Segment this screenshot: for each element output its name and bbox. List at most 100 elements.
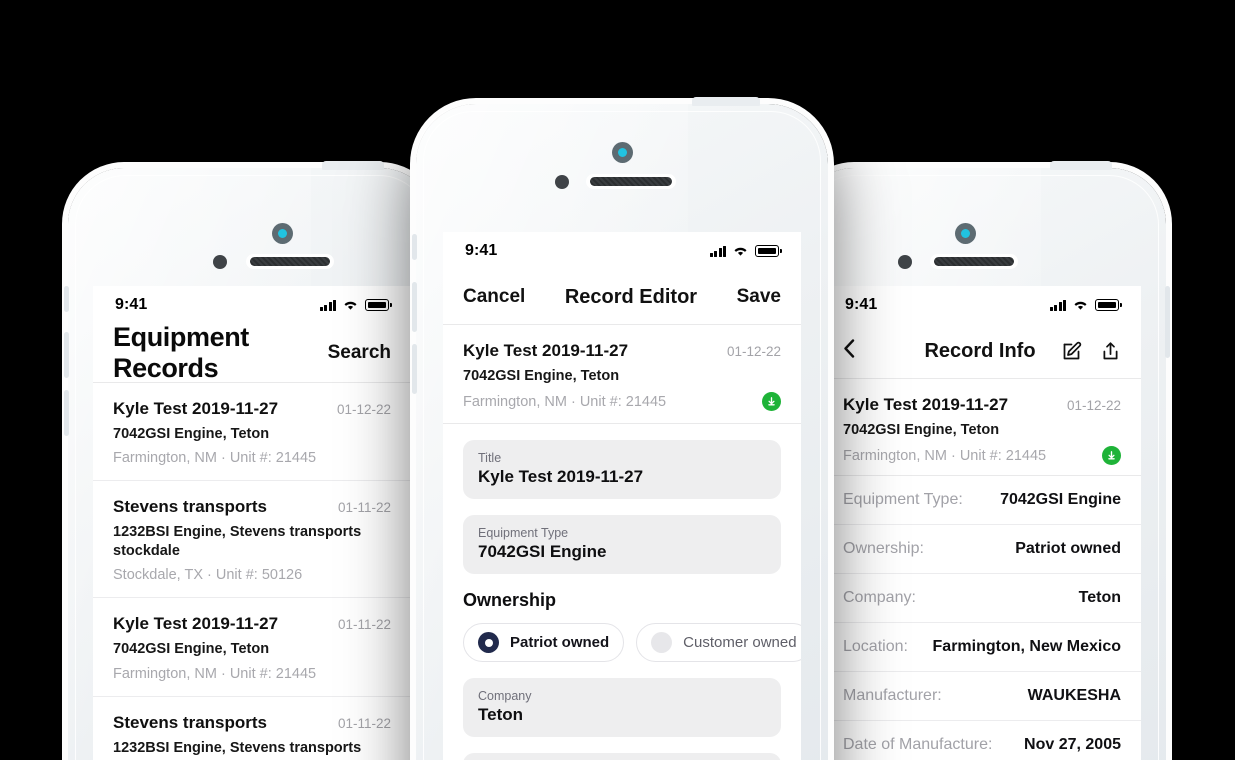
info-value: WAUKESHA: [1027, 687, 1121, 705]
status-time: 9:41: [465, 242, 498, 259]
info-key: Date of Manufacture:: [843, 736, 993, 754]
record-date: 01-12-22: [726, 344, 781, 359]
info-row: Location: Farmington, New Mexico: [823, 622, 1141, 672]
radio-selected-icon: [478, 632, 499, 654]
status-icons: [1049, 299, 1122, 311]
info-rows-right: Equipment Type: 7042GSI Engine Ownership…: [823, 476, 1141, 760]
field-value: Kyle Test 2019-11-27: [478, 467, 644, 487]
radio-patriot-owned[interactable]: Patriot owned: [463, 623, 625, 663]
nav-bar-center: Cancel Record Editor Save: [443, 270, 801, 324]
record-title: Kyle Test 2019-11-27: [113, 614, 279, 634]
power-button-right[interactable]: [1050, 161, 1112, 170]
screenshot-stage: 9:41 Equipment Records Search Kyle Test …: [0, 0, 1235, 760]
radio-label: Patriot owned: [510, 634, 610, 652]
list-item[interactable]: Stevens transports 01-11-22 1232BSI Engi…: [93, 695, 411, 760]
radio-unselected-icon: [651, 632, 673, 654]
wifi-icon: [734, 247, 747, 256]
status-bar-center: 9:41: [443, 232, 801, 270]
record-date: 01-12-22: [336, 402, 391, 417]
chevron-left-icon: [844, 339, 855, 358]
battery-full-icon: [365, 299, 392, 311]
field-label: Title: [478, 451, 502, 466]
volume-down-center[interactable]: [412, 344, 417, 394]
share-upload-icon[interactable]: [1100, 341, 1121, 362]
info-row: Manufacturer: WAUKESHA: [823, 671, 1141, 721]
proximity-sensor-center: [555, 175, 569, 189]
record-subtitle: 7042GSI Engine, Teton: [843, 422, 1000, 438]
list-header-left: Equipment Records Search: [93, 322, 411, 383]
back-button[interactable]: [843, 339, 899, 363]
power-button-left[interactable]: [322, 161, 384, 170]
record-meta: Farmington, NM · Unit #: 21445: [463, 393, 667, 410]
ownership-radio-group: Patriot owned Customer owned: [463, 623, 801, 663]
field-label: Equipment Type: [478, 526, 569, 541]
silent-switch-left[interactable]: [64, 286, 69, 312]
search-button[interactable]: Search: [328, 342, 391, 364]
volume-buttons-right[interactable]: [1165, 286, 1170, 358]
record-date: 01-11-22: [337, 500, 391, 516]
info-row: Date of Manufacture: Nov 27, 2005: [823, 720, 1141, 760]
proximity-sensor-right: [898, 255, 912, 269]
page-title: Equipment Records: [113, 322, 249, 383]
record-subtitle: 7042GSI Engine, Teton: [113, 426, 270, 442]
status-icons: [319, 299, 392, 311]
phone-left: 9:41 Equipment Records Search Kyle Test …: [64, 161, 436, 760]
info-value: Teton: [1078, 589, 1121, 607]
info-value: 7042GSI Engine: [1000, 491, 1121, 509]
status-bar-right: 9:41: [823, 286, 1141, 324]
info-key: Location:: [843, 638, 908, 656]
screen-right: 9:41 Record Info Kyle Test 2019-11-27 01…: [823, 286, 1141, 760]
record-meta: Farmington, NM · Unit #: 21445: [113, 450, 317, 467]
company-field[interactable]: Company Teton: [463, 678, 781, 738]
volume-down-left[interactable]: [64, 390, 69, 436]
record-title: Kyle Test 2019-11-27: [463, 341, 629, 360]
battery-full-icon: [1095, 299, 1122, 311]
page-title: Record Info: [924, 339, 1036, 362]
info-key: Company:: [843, 589, 916, 607]
battery-full-icon: [755, 245, 782, 257]
volume-up-left[interactable]: [64, 332, 69, 378]
record-meta: Farmington, NM · Unit #: 21445: [113, 665, 317, 682]
record-title: Stevens transports: [113, 712, 267, 732]
list-item[interactable]: Kyle Test 2019-11-27 01-11-22 7042GSI En…: [93, 597, 411, 696]
screen-left: 9:41 Equipment Records Search Kyle Test …: [93, 286, 411, 760]
edit-pencil-icon[interactable]: [1061, 341, 1082, 362]
info-row: Company: Teton: [823, 573, 1141, 623]
equipment-type-field[interactable]: Equipment Type 7042GSI Engine: [463, 515, 781, 575]
save-button[interactable]: Save: [737, 286, 781, 308]
record-date: 01-11-22: [337, 617, 391, 633]
field-label: Company: [478, 689, 532, 704]
field-value: Teton: [478, 705, 524, 725]
status-bar-left: 9:41: [93, 286, 411, 324]
record-subtitle: 7042GSI Engine, Teton: [113, 641, 270, 658]
radio-customer-owned[interactable]: Customer owned: [636, 623, 801, 663]
record-date: 01-12-22: [1066, 398, 1121, 413]
power-button-center[interactable]: [692, 97, 760, 106]
front-camera-left: [272, 223, 293, 244]
silent-switch-center[interactable]: [412, 234, 417, 260]
phone-center: 9:41 Cancel Record Editor Save Kyle Test…: [412, 97, 828, 760]
record-subtitle: 1232BSI Engine, Stevens transports stock…: [113, 739, 362, 760]
record-meta: Farmington, NM · Unit #: 21445: [843, 447, 1047, 464]
record-subtitle: 1232BSI Engine, Stevens transports stock…: [113, 524, 362, 560]
earpiece-speaker-right: [930, 254, 1018, 269]
record-header-right: Kyle Test 2019-11-27 01-12-22 7042GSI En…: [823, 379, 1141, 476]
record-date: 01-11-22: [337, 715, 391, 731]
location-field[interactable]: Location Farmington, New Mexico: [463, 753, 781, 760]
cellular-bars-icon: [709, 245, 726, 257]
list-item[interactable]: Stevens transports 01-11-22 1232BSI Engi…: [93, 480, 411, 598]
volume-up-center[interactable]: [412, 282, 417, 332]
info-value: Farmington, New Mexico: [932, 638, 1121, 656]
status-time: 9:41: [845, 296, 878, 313]
screen-center: 9:41 Cancel Record Editor Save Kyle Test…: [443, 232, 801, 760]
front-camera-right: [955, 223, 976, 244]
front-camera-center: [612, 142, 633, 163]
download-circle-icon: [1102, 446, 1121, 466]
list-item[interactable]: Kyle Test 2019-11-27 01-12-22 7042GSI En…: [93, 383, 411, 481]
earpiece-speaker-center: [586, 174, 676, 189]
wifi-icon: [1074, 301, 1087, 310]
cancel-button[interactable]: Cancel: [463, 286, 525, 308]
record-subtitle: 7042GSI Engine, Teton: [463, 368, 620, 384]
title-field[interactable]: Title Kyle Test 2019-11-27: [463, 440, 781, 500]
record-title: Kyle Test 2019-11-27: [843, 395, 1009, 414]
